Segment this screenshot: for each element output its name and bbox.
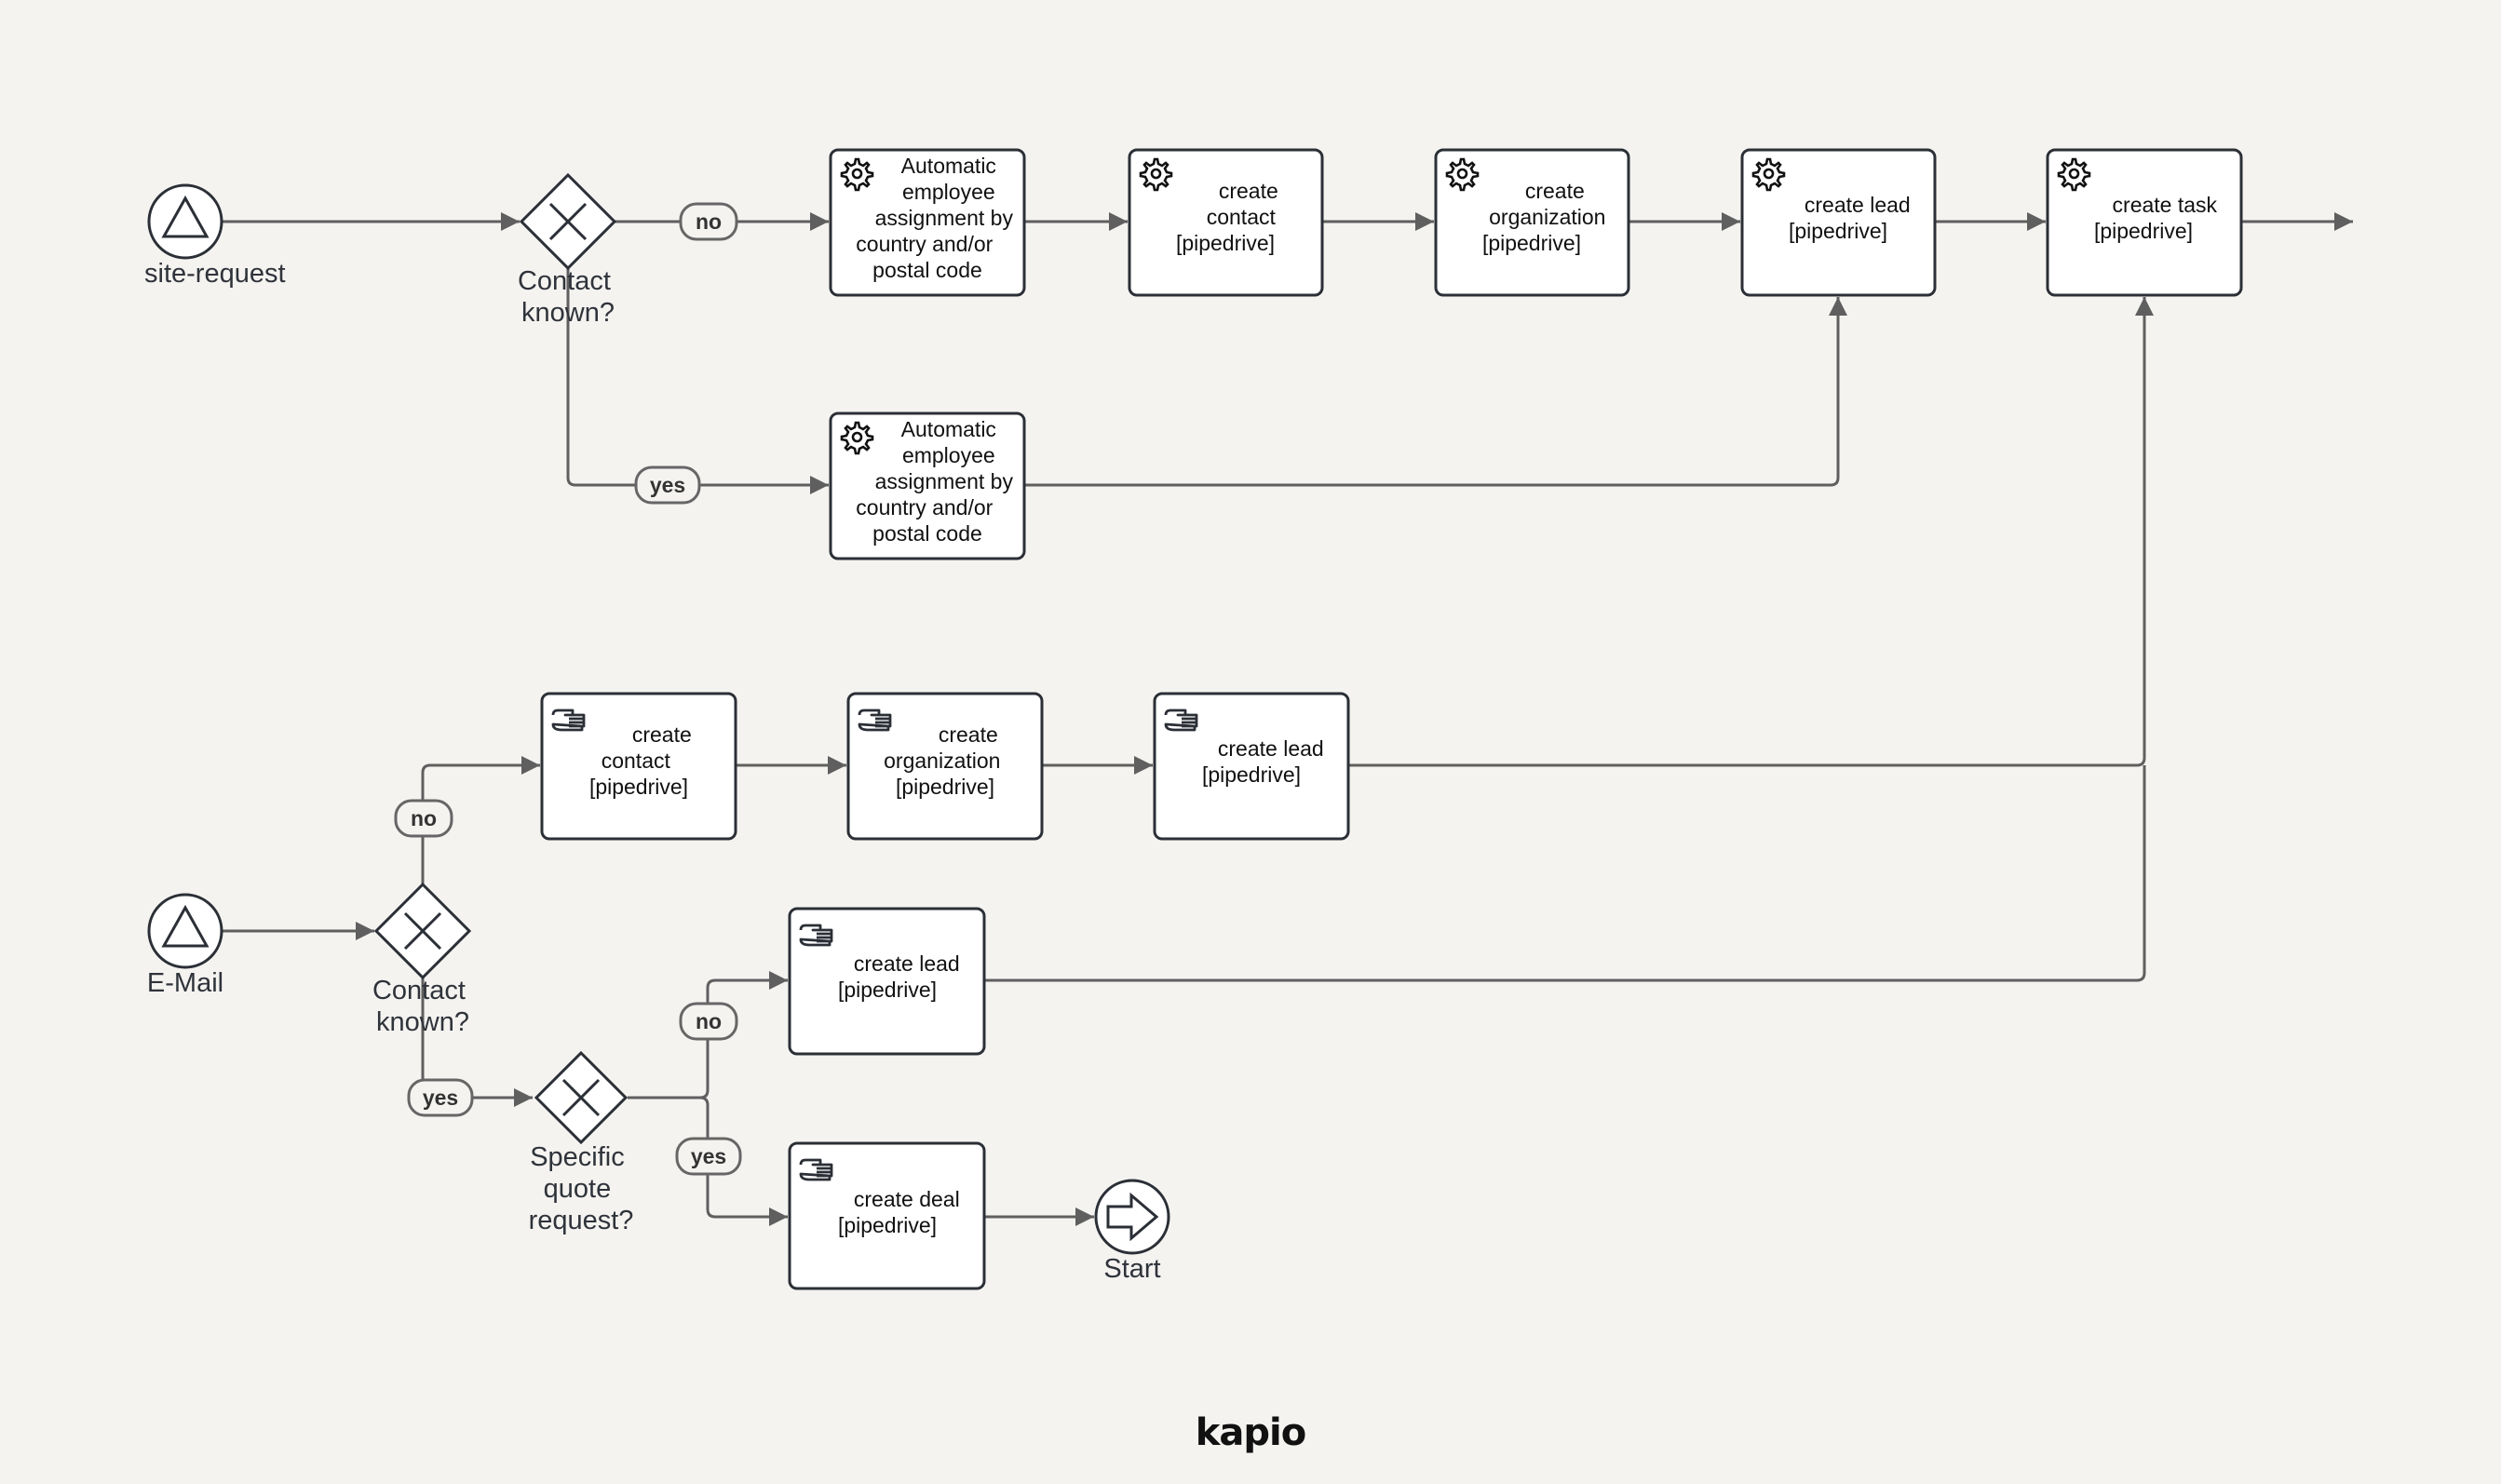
flow-label-no-quote: no	[679, 1002, 738, 1041]
task-create-lead-manual[interactable]: create lead [pipedrive]	[1153, 692, 1350, 841]
flow-label-yes-top: yes	[634, 465, 701, 505]
task-auto-assignment[interactable]: Automatic employee assignment by country…	[829, 148, 1026, 297]
gateway-specific-quote[interactable]: Specific quote request?	[529, 1050, 634, 1235]
svg-text:no: no	[696, 209, 722, 234]
flow-t6-to-t4[interactable]	[1024, 297, 1847, 487]
task-create-contact-manual[interactable]: create contact [pipedrive]	[540, 692, 737, 841]
kapio-logo: kapio	[1196, 1411, 1305, 1454]
svg-text:no: no	[696, 1009, 722, 1033]
gateway-label: Specific quote request?	[529, 1142, 634, 1235]
flow-label-no-top: no	[679, 202, 738, 241]
svg-text:no: no	[411, 806, 437, 830]
svg-text:yes: yes	[650, 473, 685, 497]
gear-icon	[2057, 157, 2091, 192]
flow-label-no-contact: no	[394, 799, 453, 838]
task-create-task-service[interactable]: create task [pipedrive]	[2046, 148, 2243, 297]
task-auto-assignment-yes[interactable]: Automatic employee assignment by country…	[829, 411, 1026, 560]
gear-icon	[840, 421, 874, 455]
task-create-lead-service[interactable]: create lead [pipedrive]	[1740, 148, 1937, 297]
task-create-deal[interactable]: create deal [pipedrive]	[788, 1141, 986, 1290]
end-event-label: Start	[1103, 1254, 1160, 1284]
start-event-label: E-Mail	[147, 968, 223, 998]
gear-icon	[1139, 157, 1173, 192]
end-event-start-link[interactable]: Start	[1094, 1179, 1170, 1284]
start-event-label: site-request	[144, 259, 286, 289]
gear-icon	[840, 157, 874, 192]
flow-m3-to-t5[interactable]	[1348, 297, 2154, 767]
task-create-organization-service[interactable]: create organization [pipedrive]	[1434, 148, 1630, 297]
flow-label-yes-quote: yes	[675, 1137, 742, 1176]
gear-icon	[1445, 157, 1480, 192]
task-create-lead-quote-no[interactable]: create lead [pipedrive]	[788, 907, 986, 1056]
start-event-email[interactable]: E-Mail	[147, 893, 223, 998]
flow-label-yes-contact: yes	[407, 1078, 474, 1117]
task-create-contact-service[interactable]: create contact [pipedrive]	[1128, 148, 1324, 297]
gateway-contact-known-bottom[interactable]: Contact known?	[372, 882, 473, 1037]
svg-text:yes: yes	[691, 1144, 726, 1168]
bpmn-diagram: site-request Contact known? no yes Autom…	[144, 148, 2353, 1454]
gear-icon	[1751, 157, 1786, 192]
svg-text:yes: yes	[423, 1086, 458, 1110]
task-create-organization-manual[interactable]: create organization [pipedrive]	[846, 692, 1044, 841]
gateway-contact-known-top[interactable]: Contact known?	[518, 172, 618, 328]
start-event-site-request[interactable]: site-request	[144, 183, 286, 289]
